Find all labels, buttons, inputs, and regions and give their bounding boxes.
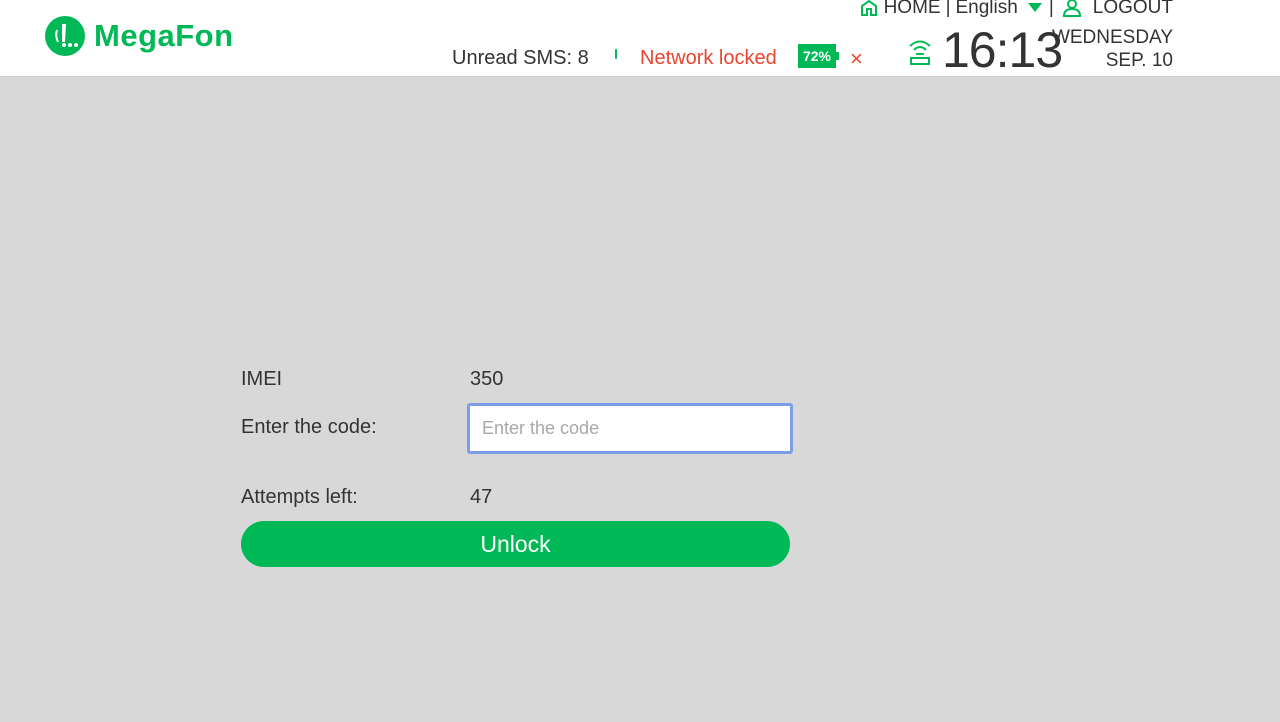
imei-label: IMEI xyxy=(241,368,283,390)
signal-strength-icon xyxy=(615,49,617,59)
top-links: HOME | English | LOGOUT xyxy=(860,0,1173,19)
unread-sms-link[interactable]: Unread SMS: 8 xyxy=(452,47,589,70)
user-icon xyxy=(1062,0,1081,17)
home-label: HOME xyxy=(883,0,941,18)
imei-value: 350 xyxy=(470,368,504,390)
brand-name: MegaFon xyxy=(94,18,234,53)
clock-time: 16:13 xyxy=(942,22,1063,78)
attempts-label: Attempts left: xyxy=(241,486,358,508)
battery-tip xyxy=(836,52,839,60)
date: SEP. 10 xyxy=(1105,50,1173,71)
home-link[interactable]: HOME xyxy=(860,0,941,19)
language-select[interactable]: English xyxy=(956,0,1044,19)
close-icon[interactable]: × xyxy=(850,46,863,72)
unlock-button[interactable]: Unlock xyxy=(241,521,790,567)
logout-label: LOGOUT xyxy=(1092,0,1173,18)
router-icon xyxy=(907,38,933,71)
logout-link[interactable]: LOGOUT xyxy=(1062,0,1173,19)
separator: | xyxy=(1048,0,1054,18)
megafon-logo[interactable]: MegaFon xyxy=(45,16,234,56)
megafon-logo-icon xyxy=(45,16,85,56)
attempts-value: 47 xyxy=(470,486,493,508)
weekday: WEDNESDAY xyxy=(1051,27,1173,48)
top-header: MegaFon HOME | English | LOGOUT Unread S… xyxy=(0,0,1280,77)
network-status: Network locked xyxy=(640,47,777,69)
clock-date: WEDNESDAY SEP. 10 xyxy=(1052,26,1173,72)
battery-indicator: 72% xyxy=(798,44,836,68)
separator: | xyxy=(945,0,951,18)
code-label: Enter the code: xyxy=(241,416,377,438)
language-label: English xyxy=(955,0,1018,18)
home-icon xyxy=(860,0,878,17)
chevron-down-icon xyxy=(1027,0,1042,19)
code-input[interactable] xyxy=(467,403,793,454)
